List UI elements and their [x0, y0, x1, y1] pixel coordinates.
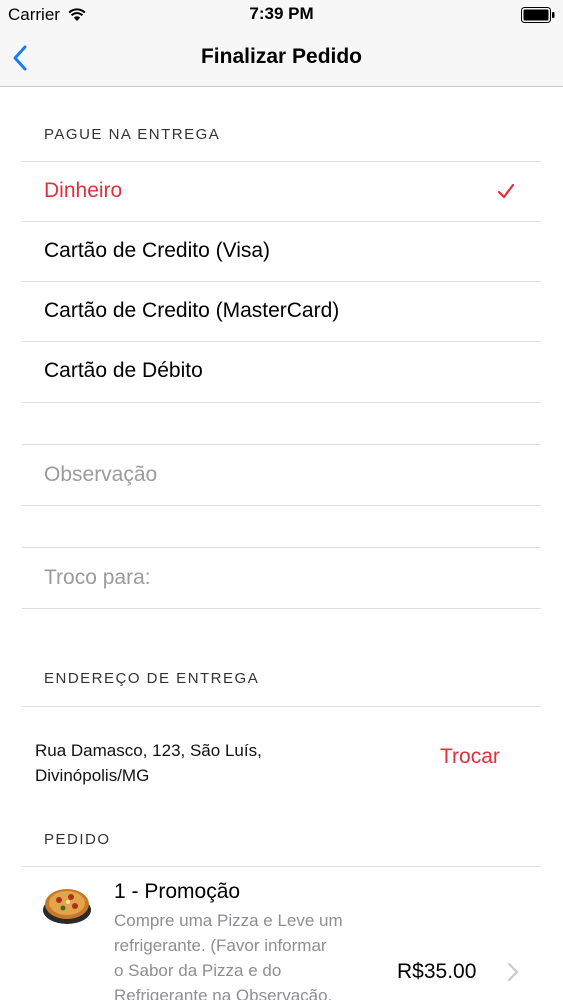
payment-option-visa[interactable]: Cartão de Credito (Visa) — [22, 222, 541, 282]
status-time: 7:39 PM — [249, 4, 314, 23]
divider — [22, 505, 541, 506]
address-line-2: Divinópolis/MG — [35, 766, 150, 785]
payment-option-debito[interactable]: Cartão de Débito — [22, 342, 541, 402]
description-line: o Sabor da Pizza e do — [114, 961, 282, 980]
page-title: Finalizar Pedido — [200, 45, 363, 68]
payment-option-label: Cartão de Débito — [44, 359, 203, 382]
change-address-button[interactable]: Trocar — [440, 745, 500, 769]
order-item-title: 1 - Promoção — [114, 880, 241, 903]
battery-icon — [521, 7, 555, 23]
payment-option-mastercard[interactable]: Cartão de Credito (MasterCard) — [22, 282, 541, 342]
observacao-field[interactable]: Observação — [44, 463, 157, 487]
divider — [22, 402, 541, 403]
order-item-description: Compre uma Pizza e Leve um refrigerante.… — [114, 908, 389, 1000]
divider — [22, 444, 541, 445]
delivery-address: Rua Damasco, 123, São Luís, Divinópolis/… — [35, 738, 262, 788]
divider — [22, 706, 541, 707]
delivery-section-header: ENDEREÇO DE ENTREGA — [44, 670, 260, 687]
payment-option-label: Dinheiro — [44, 179, 123, 202]
divider — [22, 608, 541, 609]
pizza-icon — [43, 889, 91, 924]
order-item-price: R$35.00 — [397, 960, 477, 983]
order-section-header: PEDIDO — [44, 831, 111, 848]
navigation-bar: Finalizar Pedido — [0, 30, 563, 87]
address-line-1: Rua Damasco, 123, São Luís, — [35, 741, 262, 760]
payment-section-header: PAGUE NA ENTREGA — [44, 126, 221, 143]
description-line: refrigerante. (Favor informar — [114, 936, 327, 955]
troco-field[interactable]: Troco para: — [44, 566, 151, 590]
description-line: Compre uma Pizza e Leve um — [114, 911, 343, 930]
checkmark-icon — [497, 183, 515, 199]
divider — [22, 866, 541, 867]
payment-option-dinheiro[interactable]: Dinheiro — [22, 162, 541, 222]
chevron-right-icon — [508, 963, 518, 981]
status-bar: Carrier 7:39 PM — [0, 0, 563, 30]
order-item[interactable]: 1 - Promoção Compre uma Pizza e Leve um … — [22, 868, 563, 1000]
divider — [22, 547, 541, 548]
payment-option-label: Cartão de Credito (Visa) — [44, 239, 271, 262]
description-line: Refrigerante na Observação. — [114, 986, 333, 1000]
payment-option-label: Cartão de Credito (MasterCard) — [44, 299, 340, 322]
